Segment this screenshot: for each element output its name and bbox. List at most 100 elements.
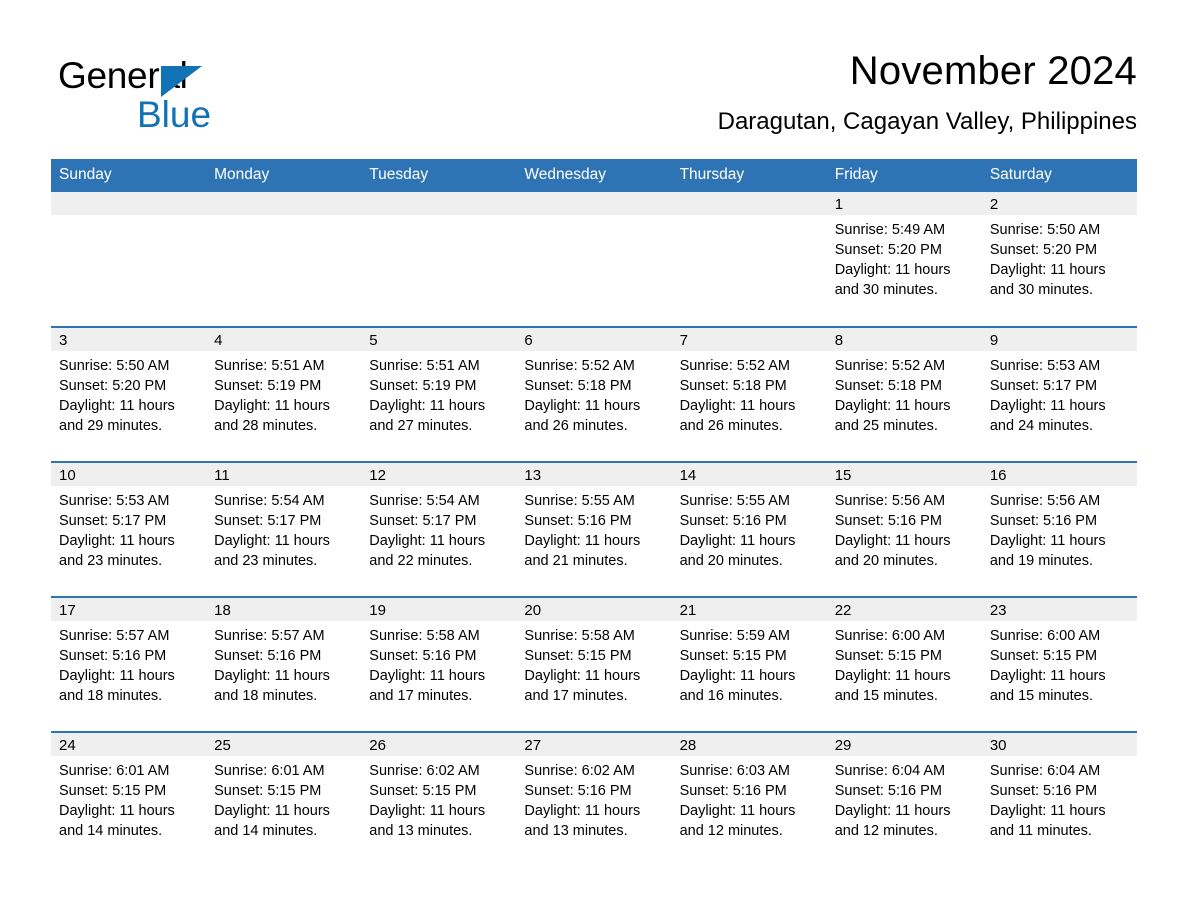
day-details: Sunrise: 5:54 AM Sunset: 5:17 PM Daylight:… bbox=[206, 486, 361, 571]
daylight-text: Daylight: 11 hours bbox=[834, 803, 951, 819]
daylight-text: Daylight: 11 hours bbox=[834, 262, 951, 278]
daylight-text: Daylight: 11 hours bbox=[369, 398, 486, 414]
sunrise-text: Sunrise: 5:58 AM bbox=[524, 628, 635, 644]
day-details: Sunrise: 5:53 AM Sunset: 5:17 PM Daylight:… bbox=[982, 351, 1137, 436]
weekday-header-saturday: Saturday bbox=[981, 159, 1137, 192]
daylight-text-cont: and 26 minutes. bbox=[679, 418, 783, 434]
calendar-day-cell[interactable]: 9 Sunrise: 5:53 AM Sunset: 5:17 PM Daylight… bbox=[981, 326, 1137, 462]
day-number: 20 bbox=[516, 598, 672, 621]
day-number bbox=[206, 192, 362, 215]
daylight-text-cont: and 21 minutes. bbox=[524, 553, 628, 569]
calendar-day-cell[interactable]: 25 Sunrise: 6:01 AM Sunset: 5:15 PM Dayligh… bbox=[206, 731, 362, 867]
day-details: Sunrise: 5:49 AM Sunset: 5:20 PM Daylight:… bbox=[827, 215, 982, 300]
calendar-day-cell[interactable]: 22 Sunrise: 6:00 AM Sunset: 5:15 PM Dayligh… bbox=[826, 596, 982, 732]
daylight-text-cont: and 18 minutes. bbox=[59, 688, 163, 704]
sunset-text: Sunset: 5:16 PM bbox=[834, 513, 942, 529]
calendar-day-cell[interactable]: 2 Sunrise: 5:50 AM Sunset: 5:20 PM Daylight… bbox=[981, 192, 1137, 327]
calendar-day-cell[interactable]: 23 Sunrise: 6:00 AM Sunset: 5:15 PM Dayligh… bbox=[981, 596, 1137, 732]
daylight-text-cont: and 24 minutes. bbox=[989, 418, 1094, 434]
day-number: 14 bbox=[671, 463, 827, 486]
calendar-day-cell[interactable]: 29 Sunrise: 6:04 AM Sunset: 5:16 PM Dayligh… bbox=[826, 731, 982, 867]
daylight-text-cont: and 29 minutes. bbox=[59, 418, 163, 434]
daylight-text-cont: and 13 minutes. bbox=[524, 823, 628, 839]
calendar-day-cell[interactable]: 12 Sunrise: 5:54 AM Sunset: 5:17 PM Dayligh… bbox=[361, 461, 517, 597]
sunrise-text: Sunrise: 6:04 AM bbox=[989, 763, 1101, 779]
day-details: Sunrise: 6:01 AM Sunset: 5:15 PM Daylight:… bbox=[206, 756, 361, 841]
daylight-text-cont: and 15 minutes. bbox=[989, 688, 1094, 704]
day-details: Sunrise: 5:53 AM Sunset: 5:17 PM Daylight:… bbox=[51, 486, 206, 571]
calendar-day-cell[interactable]: 18 Sunrise: 5:57 AM Sunset: 5:16 PM Dayligh… bbox=[206, 596, 362, 732]
calendar-day-cell[interactable]: 17 Sunrise: 5:57 AM Sunset: 5:16 PM Dayligh… bbox=[51, 596, 207, 732]
calendar-day-cell[interactable]: 14 Sunrise: 5:55 AM Sunset: 5:16 PM Dayligh… bbox=[671, 461, 827, 597]
calendar-day-cell[interactable]: 7 Sunrise: 5:52 AM Sunset: 5:18 PM Daylight… bbox=[671, 326, 827, 462]
calendar-day-cell[interactable]: 5 Sunrise: 5:51 AM Sunset: 5:19 PM Daylight… bbox=[361, 326, 517, 462]
calendar-day-cell[interactable]: 15 Sunrise: 5:56 AM Sunset: 5:16 PM Dayligh… bbox=[826, 461, 982, 597]
sunrise-text: Sunrise: 5:54 AM bbox=[214, 493, 325, 509]
calendar-day-cell[interactable]: 24 Sunrise: 6:01 AM Sunset: 5:15 PM Dayligh… bbox=[51, 731, 207, 867]
daylight-text: Daylight: 11 hours bbox=[214, 533, 330, 549]
sunset-text: Sunset: 5:15 PM bbox=[679, 648, 787, 664]
day-number: 25 bbox=[206, 733, 362, 756]
calendar-day-cell[interactable]: 20 Sunrise: 5:58 AM Sunset: 5:15 PM Dayligh… bbox=[516, 596, 672, 732]
day-number: 30 bbox=[981, 733, 1137, 756]
daylight-text-cont: and 23 minutes. bbox=[214, 553, 318, 569]
calendar-day-cell[interactable]: 11 Sunrise: 5:54 AM Sunset: 5:17 PM Dayligh… bbox=[206, 461, 362, 597]
calendar-day-cell[interactable]: 16 Sunrise: 5:56 AM Sunset: 5:16 PM Dayligh… bbox=[981, 461, 1137, 597]
calendar-day-cell[interactable]: 8 Sunrise: 5:52 AM Sunset: 5:18 PM Daylight… bbox=[826, 326, 982, 462]
sunset-text: Sunset: 5:16 PM bbox=[679, 783, 787, 799]
calendar-day-cell[interactable]: 26 Sunrise: 6:02 AM Sunset: 5:15 PM Dayligh… bbox=[361, 731, 517, 867]
calendar-week-row: 3 Sunrise: 5:50 AM Sunset: 5:20 PM Daylight… bbox=[51, 326, 1137, 462]
daylight-text-cont: and 18 minutes. bbox=[214, 688, 318, 704]
sunrise-text: Sunrise: 5:57 AM bbox=[214, 628, 325, 644]
daylight-text: Daylight: 11 hours bbox=[214, 398, 330, 414]
day-details bbox=[206, 215, 361, 220]
day-number: 16 bbox=[981, 463, 1137, 486]
brand-logo[interactable]: General Blue bbox=[58, 54, 358, 146]
calendar-day-cell[interactable]: 10 Sunrise: 5:53 AM Sunset: 5:17 PM Dayligh… bbox=[51, 461, 207, 597]
sunset-text: Sunset: 5:16 PM bbox=[679, 513, 787, 529]
calendar-day-cell[interactable]: 30 Sunrise: 6:04 AM Sunset: 5:16 PM Dayligh… bbox=[981, 731, 1137, 867]
calendar-day-cell[interactable]: 1 Sunrise: 5:49 AM Sunset: 5:20 PM Daylight… bbox=[826, 192, 982, 327]
sunrise-text: Sunrise: 5:55 AM bbox=[679, 493, 790, 509]
day-number bbox=[51, 192, 207, 215]
calendar-day-cell[interactable]: 3 Sunrise: 5:50 AM Sunset: 5:20 PM Daylight… bbox=[51, 326, 207, 462]
sunrise-text: Sunrise: 6:00 AM bbox=[834, 628, 946, 644]
day-number: 1 bbox=[826, 192, 982, 215]
calendar-week-row: 10 Sunrise: 5:53 AM Sunset: 5:17 PM Dayligh… bbox=[51, 461, 1137, 597]
sunrise-text: Sunrise: 5:59 AM bbox=[679, 628, 790, 644]
calendar-day-cell[interactable]: 28 Sunrise: 6:03 AM Sunset: 5:16 PM Dayligh… bbox=[671, 731, 827, 867]
day-number: 4 bbox=[206, 328, 362, 351]
daylight-text: Daylight: 11 hours bbox=[834, 398, 951, 414]
calendar-day-cell[interactable]: 4 Sunrise: 5:51 AM Sunset: 5:19 PM Daylight… bbox=[206, 326, 362, 462]
day-number: 22 bbox=[826, 598, 982, 621]
sunrise-text: Sunrise: 5:52 AM bbox=[524, 358, 635, 374]
day-details: Sunrise: 6:02 AM Sunset: 5:15 PM Daylight:… bbox=[361, 756, 516, 841]
sunset-text: Sunset: 5:16 PM bbox=[834, 783, 942, 799]
day-details: Sunrise: 5:58 AM Sunset: 5:15 PM Daylight:… bbox=[516, 621, 671, 706]
weekday-header-friday: Friday bbox=[826, 159, 982, 192]
day-details: Sunrise: 6:00 AM Sunset: 5:15 PM Daylight:… bbox=[827, 621, 982, 706]
day-details: Sunrise: 5:57 AM Sunset: 5:16 PM Daylight:… bbox=[51, 621, 206, 706]
daylight-text: Daylight: 11 hours bbox=[679, 398, 796, 414]
day-number bbox=[671, 192, 827, 215]
sunrise-text: Sunrise: 5:51 AM bbox=[214, 358, 325, 374]
daylight-text-cont: and 14 minutes. bbox=[214, 823, 318, 839]
sunset-text: Sunset: 5:15 PM bbox=[989, 648, 1098, 664]
calendar-day-cell[interactable]: 13 Sunrise: 5:55 AM Sunset: 5:16 PM Dayligh… bbox=[516, 461, 672, 597]
calendar-day-cell[interactable]: 6 Sunrise: 5:52 AM Sunset: 5:18 PM Daylight… bbox=[516, 326, 672, 462]
calendar-week-row: 1 Sunrise: 5:49 AM Sunset: 5:20 PM Daylight… bbox=[51, 192, 1137, 327]
daylight-text-cont: and 25 minutes. bbox=[834, 418, 938, 434]
daylight-text: Daylight: 11 hours bbox=[834, 668, 951, 684]
calendar-day-cell[interactable]: 21 Sunrise: 5:59 AM Sunset: 5:15 PM Dayligh… bbox=[671, 596, 827, 732]
daylight-text: Daylight: 11 hours bbox=[214, 668, 330, 684]
day-details bbox=[361, 215, 516, 220]
calendar-day-cell[interactable]: 19 Sunrise: 5:58 AM Sunset: 5:16 PM Dayligh… bbox=[361, 596, 517, 732]
page-title: November 2024 bbox=[849, 49, 1137, 93]
daylight-text: Daylight: 11 hours bbox=[989, 533, 1106, 549]
sunrise-text: Sunrise: 6:00 AM bbox=[989, 628, 1101, 644]
day-details: Sunrise: 6:01 AM Sunset: 5:15 PM Daylight:… bbox=[51, 756, 206, 841]
sunset-text: Sunset: 5:16 PM bbox=[989, 513, 1098, 529]
calendar-day-cell-empty bbox=[516, 192, 672, 327]
calendar-day-cell[interactable]: 27 Sunrise: 6:02 AM Sunset: 5:16 PM Dayligh… bbox=[516, 731, 672, 867]
sunrise-text: Sunrise: 5:56 AM bbox=[834, 493, 946, 509]
